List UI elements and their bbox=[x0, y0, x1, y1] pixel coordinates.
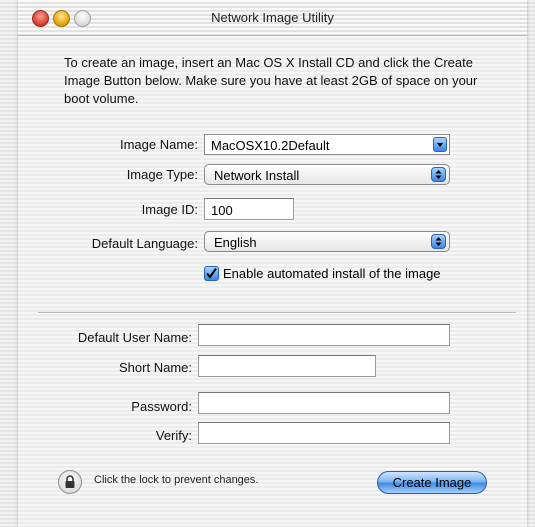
lock-description: Click the lock to prevent changes. bbox=[94, 474, 259, 486]
lock-icon bbox=[65, 475, 75, 488]
up-down-arrows-icon bbox=[431, 167, 446, 182]
up-down-arrows-glyph bbox=[435, 170, 442, 179]
up-down-arrows-glyph bbox=[435, 237, 442, 246]
section-divider bbox=[38, 312, 516, 314]
image-type-value: Network Install bbox=[214, 168, 300, 183]
default-language-popup[interactable]: English bbox=[204, 231, 450, 252]
image-name-combobox[interactable]: MacOSX10.2Default bbox=[204, 134, 450, 155]
automated-install-checkbox[interactable] bbox=[204, 266, 219, 281]
default-language-label: Default Language: bbox=[91, 236, 198, 251]
network-image-utility-window: Network Image Utility To create an image… bbox=[18, 0, 527, 527]
checkmark-icon bbox=[206, 267, 217, 279]
dropdown-arrow-icon bbox=[437, 143, 443, 147]
up-down-arrows-icon bbox=[431, 234, 446, 249]
short-name-label: Short Name: bbox=[119, 360, 192, 375]
title-bar: Network Image Utility bbox=[18, 0, 527, 36]
verify-label: Verify: bbox=[155, 428, 192, 443]
chevron-down-icon[interactable] bbox=[433, 137, 447, 152]
image-type-popup[interactable]: Network Install bbox=[204, 164, 450, 185]
lock-button[interactable] bbox=[58, 470, 82, 494]
short-name-field[interactable] bbox=[198, 355, 376, 377]
default-language-value: English bbox=[214, 235, 257, 250]
default-user-name-label: Default User Name: bbox=[77, 330, 192, 345]
window-title: Network Image Utility bbox=[211, 10, 334, 25]
image-id-field[interactable]: 100 bbox=[204, 198, 294, 220]
default-user-name-field[interactable] bbox=[198, 324, 450, 346]
image-id-value: 100 bbox=[211, 203, 233, 218]
automated-install-label[interactable]: Enable automated install of the image bbox=[223, 266, 441, 281]
image-id-label: Image ID: bbox=[141, 202, 198, 217]
password-label: Password: bbox=[131, 399, 192, 414]
image-name-label: Image Name: bbox=[119, 137, 198, 152]
image-type-label: Image Type: bbox=[126, 167, 198, 182]
password-field[interactable] bbox=[198, 392, 450, 414]
verify-field[interactable] bbox=[198, 422, 450, 444]
create-image-button[interactable]: Create Image bbox=[377, 471, 487, 494]
image-name-value: MacOSX10.2Default bbox=[211, 138, 330, 153]
instructions-text: To create an image, insert an Mac OS X I… bbox=[64, 55, 478, 106]
